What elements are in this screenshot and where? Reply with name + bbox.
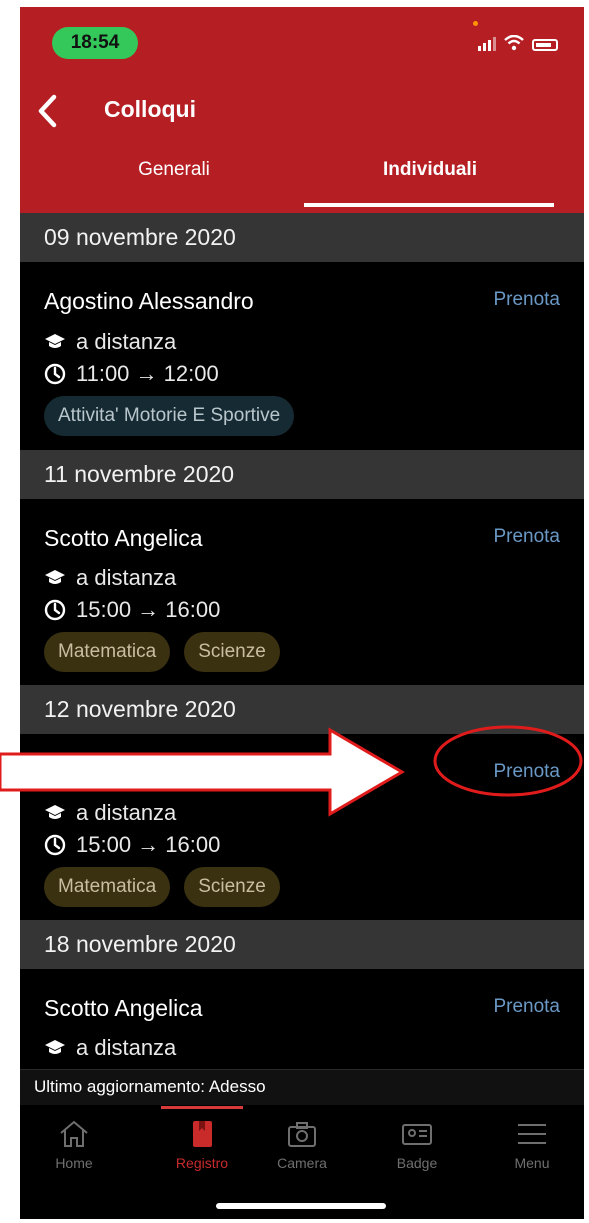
menu-icon [518,1124,546,1144]
tab-individuali[interactable]: Individuali [290,159,570,181]
graduation-cap-icon [45,570,65,584]
teacher-name: Scotto Angelica [44,525,203,551]
meeting-mode: a distanza [76,800,177,825]
meeting-time: 15:00 → 16:00 [76,832,221,857]
battery-icon [532,39,558,51]
time-row: 15:00 → 16:00 [44,832,220,858]
page-title: Colloqui [104,96,196,122]
time-row: 11:00 → 12:00 [44,361,219,387]
home-indicator [216,1203,386,1209]
date-header: 12 novembre 2020 [20,685,584,734]
book-icon [193,1121,212,1147]
badge-icon [402,1124,432,1145]
subject-chip: Matematica [44,867,171,907]
prenota-button[interactable]: Prenota [493,996,560,1018]
teacher-name: Agostino Alessandro [44,288,254,314]
tab-bar-registro[interactable]: Registro [157,1117,247,1171]
mode-row: a distanza [44,1035,176,1061]
meeting-mode: a distanza [76,1035,177,1060]
last-update-bar: Ultimo aggiornamento: Adesso [20,1069,584,1105]
subject-chips: Matematica Scienze [44,867,280,907]
tab-bar-menu[interactable]: Menu [487,1117,577,1171]
mode-row: a distanza [44,565,176,591]
phone-screen: 18:54 Colloqui Generali Individuali 09 n… [20,7,584,1219]
subject-chip: Scienze [184,867,280,907]
graduation-cap-icon [45,805,65,819]
time-row: 15:00 → 16:00 [44,597,220,623]
meeting-mode: a distanza [76,565,177,590]
subject-chip: Scienze [184,632,280,672]
meeting-mode: a distanza [76,329,177,354]
bottom-area: Ultimo aggiornamento: Adesso Home Regist… [20,1069,584,1219]
tab-bar-badge[interactable]: Badge [372,1117,462,1171]
home-icon [60,1120,88,1147]
clock-icon [44,834,66,856]
list-item: Agostino Alessandro Prenota a distanza 1… [20,262,584,450]
graduation-cap-icon [45,334,65,348]
date-header: 11 novembre 2020 [20,450,584,499]
list-item: Scotto Angelica Prenota a distanza 15:00… [20,499,584,685]
tab-bar-label: Badge [396,1155,438,1171]
status-time: 18:54 [52,27,138,59]
clock-icon [44,599,66,621]
subject-chip: Matematica [44,632,171,672]
meeting-time: 15:00 → 16:00 [76,597,221,622]
active-tab-line [161,1106,243,1109]
subject-chip: Attivita' Motorie E Sportive [44,396,295,436]
subject-chips: Attivita' Motorie E Sportive [44,396,295,436]
teacher-name: Scotto Angelica [44,995,203,1021]
graduation-cap-icon [45,1040,65,1054]
mode-row: a distanza [44,800,176,826]
camera-icon [288,1122,316,1147]
tab-generali[interactable]: Generali [34,159,314,181]
tab-bar-label: Registro [175,1155,229,1171]
tab-bar-label: Menu [514,1155,550,1171]
status-icons [478,35,558,51]
tab-bar-label: Camera [277,1155,327,1171]
prenota-button[interactable]: Prenota [493,526,560,548]
prenota-button[interactable]: Prenota [493,289,560,311]
wifi-icon [504,35,524,51]
appointments-list: 09 novembre 2020 Agostino Alessandro Pre… [20,213,584,1109]
back-chevron-icon[interactable] [34,91,64,131]
tab-bar-home[interactable]: Home [29,1117,119,1171]
date-header: 09 novembre 2020 [20,213,584,262]
date-header: 18 novembre 2020 [20,920,584,969]
subject-chips: Matematica Scienze [44,632,280,672]
tab-bar-camera[interactable]: Camera [257,1117,347,1171]
mode-row: a distanza [44,329,176,355]
privacy-indicator-dot [473,21,478,26]
tab-bar-label: Home [55,1155,93,1171]
list-item: Prenota a distanza 15:00 → 16:00 Matemat… [20,734,584,920]
app-header: 18:54 Colloqui Generali Individuali [20,7,584,213]
cellular-signal-icon [478,37,496,51]
active-tab-indicator [304,203,554,207]
clock-icon [44,363,66,385]
prenota-button[interactable]: Prenota [493,761,560,783]
meeting-time: 11:00 → 12:00 [76,361,219,386]
